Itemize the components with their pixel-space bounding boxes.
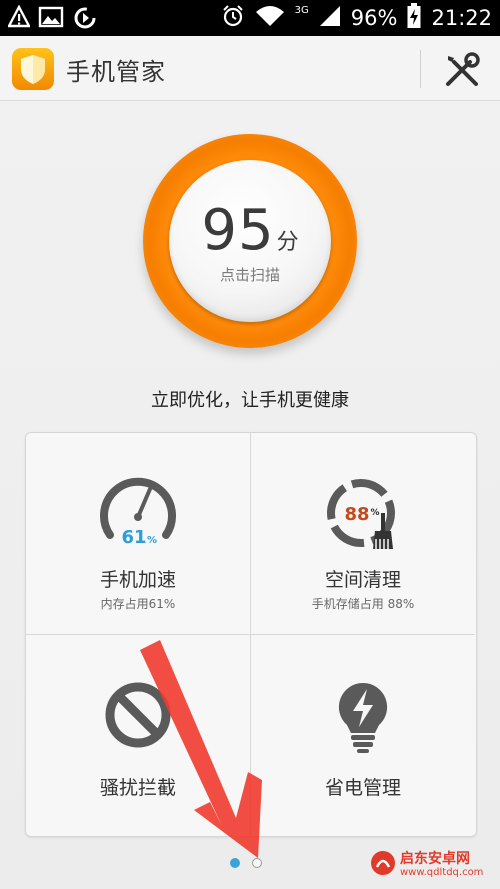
broom-icon: 88 % <box>323 473 403 553</box>
feature-title: 空间清理 <box>324 569 401 591</box>
speedup-gauge-unit: % <box>147 535 157 546</box>
wifi-icon <box>255 4 285 32</box>
tools-icon <box>446 52 480 86</box>
clean-gauge-value: 88 <box>344 504 369 525</box>
feature-grid: 61 % 手机加速 内存占用61% 88 % 空间清理 手机存储占用 88% 骚… <box>25 432 477 837</box>
feature-title: 省电管理 <box>324 777 401 799</box>
sync-icon <box>72 5 98 35</box>
main-content: 95分 点击扫描 立即优化，让手机更健康 61 % 手机加速 内存占用61% 8… <box>0 101 500 889</box>
feature-harass-block[interactable]: 骚扰拦截 <box>26 635 251 836</box>
warning-icon <box>7 4 31 35</box>
feature-title: 骚扰拦截 <box>99 777 176 799</box>
alarm-icon <box>221 4 245 32</box>
block-icon <box>98 675 178 755</box>
score-unit: 分 <box>276 230 299 255</box>
image-icon <box>38 5 64 35</box>
bulb-bolt-icon <box>323 675 403 755</box>
header-divider <box>420 50 421 88</box>
watermark-logo-icon <box>370 850 396 880</box>
watermark: 启东安卓网 www.qdltdq.com <box>370 850 483 880</box>
feature-subtitle: 手机存储占用 88% <box>311 597 415 611</box>
feature-power-save[interactable]: 省电管理 <box>251 635 475 836</box>
speedometer-icon: 61 % <box>98 473 178 553</box>
scan-label: 点击扫描 <box>219 266 280 284</box>
feature-subtitle: 内存占用61% <box>100 597 176 611</box>
score-number: 95 <box>201 198 275 263</box>
clean-gauge-unit: % <box>370 508 379 518</box>
scan-score-button[interactable]: 95分 点击扫描 <box>143 134 357 348</box>
shield-logo-icon <box>12 48 54 90</box>
page-indicator <box>230 858 262 868</box>
clock: 21:22 <box>431 6 492 30</box>
page-dot-2[interactable] <box>252 858 262 868</box>
signal-icon <box>319 4 341 32</box>
feature-space-clean[interactable]: 88 % 空间清理 手机存储占用 88% <box>251 433 475 635</box>
battery-level: 96% <box>350 6 398 30</box>
score-value: 95分 <box>143 198 357 263</box>
slogan: 立即优化，让手机更健康 <box>151 390 349 411</box>
battery-charging-icon <box>407 3 421 33</box>
network-type: 3G <box>294 4 309 16</box>
app-title: 手机管家 <box>66 58 166 86</box>
tools-button[interactable] <box>440 48 484 92</box>
page-dot-1[interactable] <box>230 858 240 868</box>
watermark-url: www.qdltdq.com <box>400 867 484 878</box>
app-header: 手机管家 <box>0 36 500 101</box>
feature-title: 手机加速 <box>99 569 176 591</box>
speedup-gauge-value: 61 <box>121 527 146 548</box>
feature-phone-speedup[interactable]: 61 % 手机加速 内存占用61% <box>26 433 251 635</box>
status-bar: 3G 96% 21:22 <box>0 0 500 36</box>
watermark-title: 启东安卓网 <box>400 851 470 867</box>
